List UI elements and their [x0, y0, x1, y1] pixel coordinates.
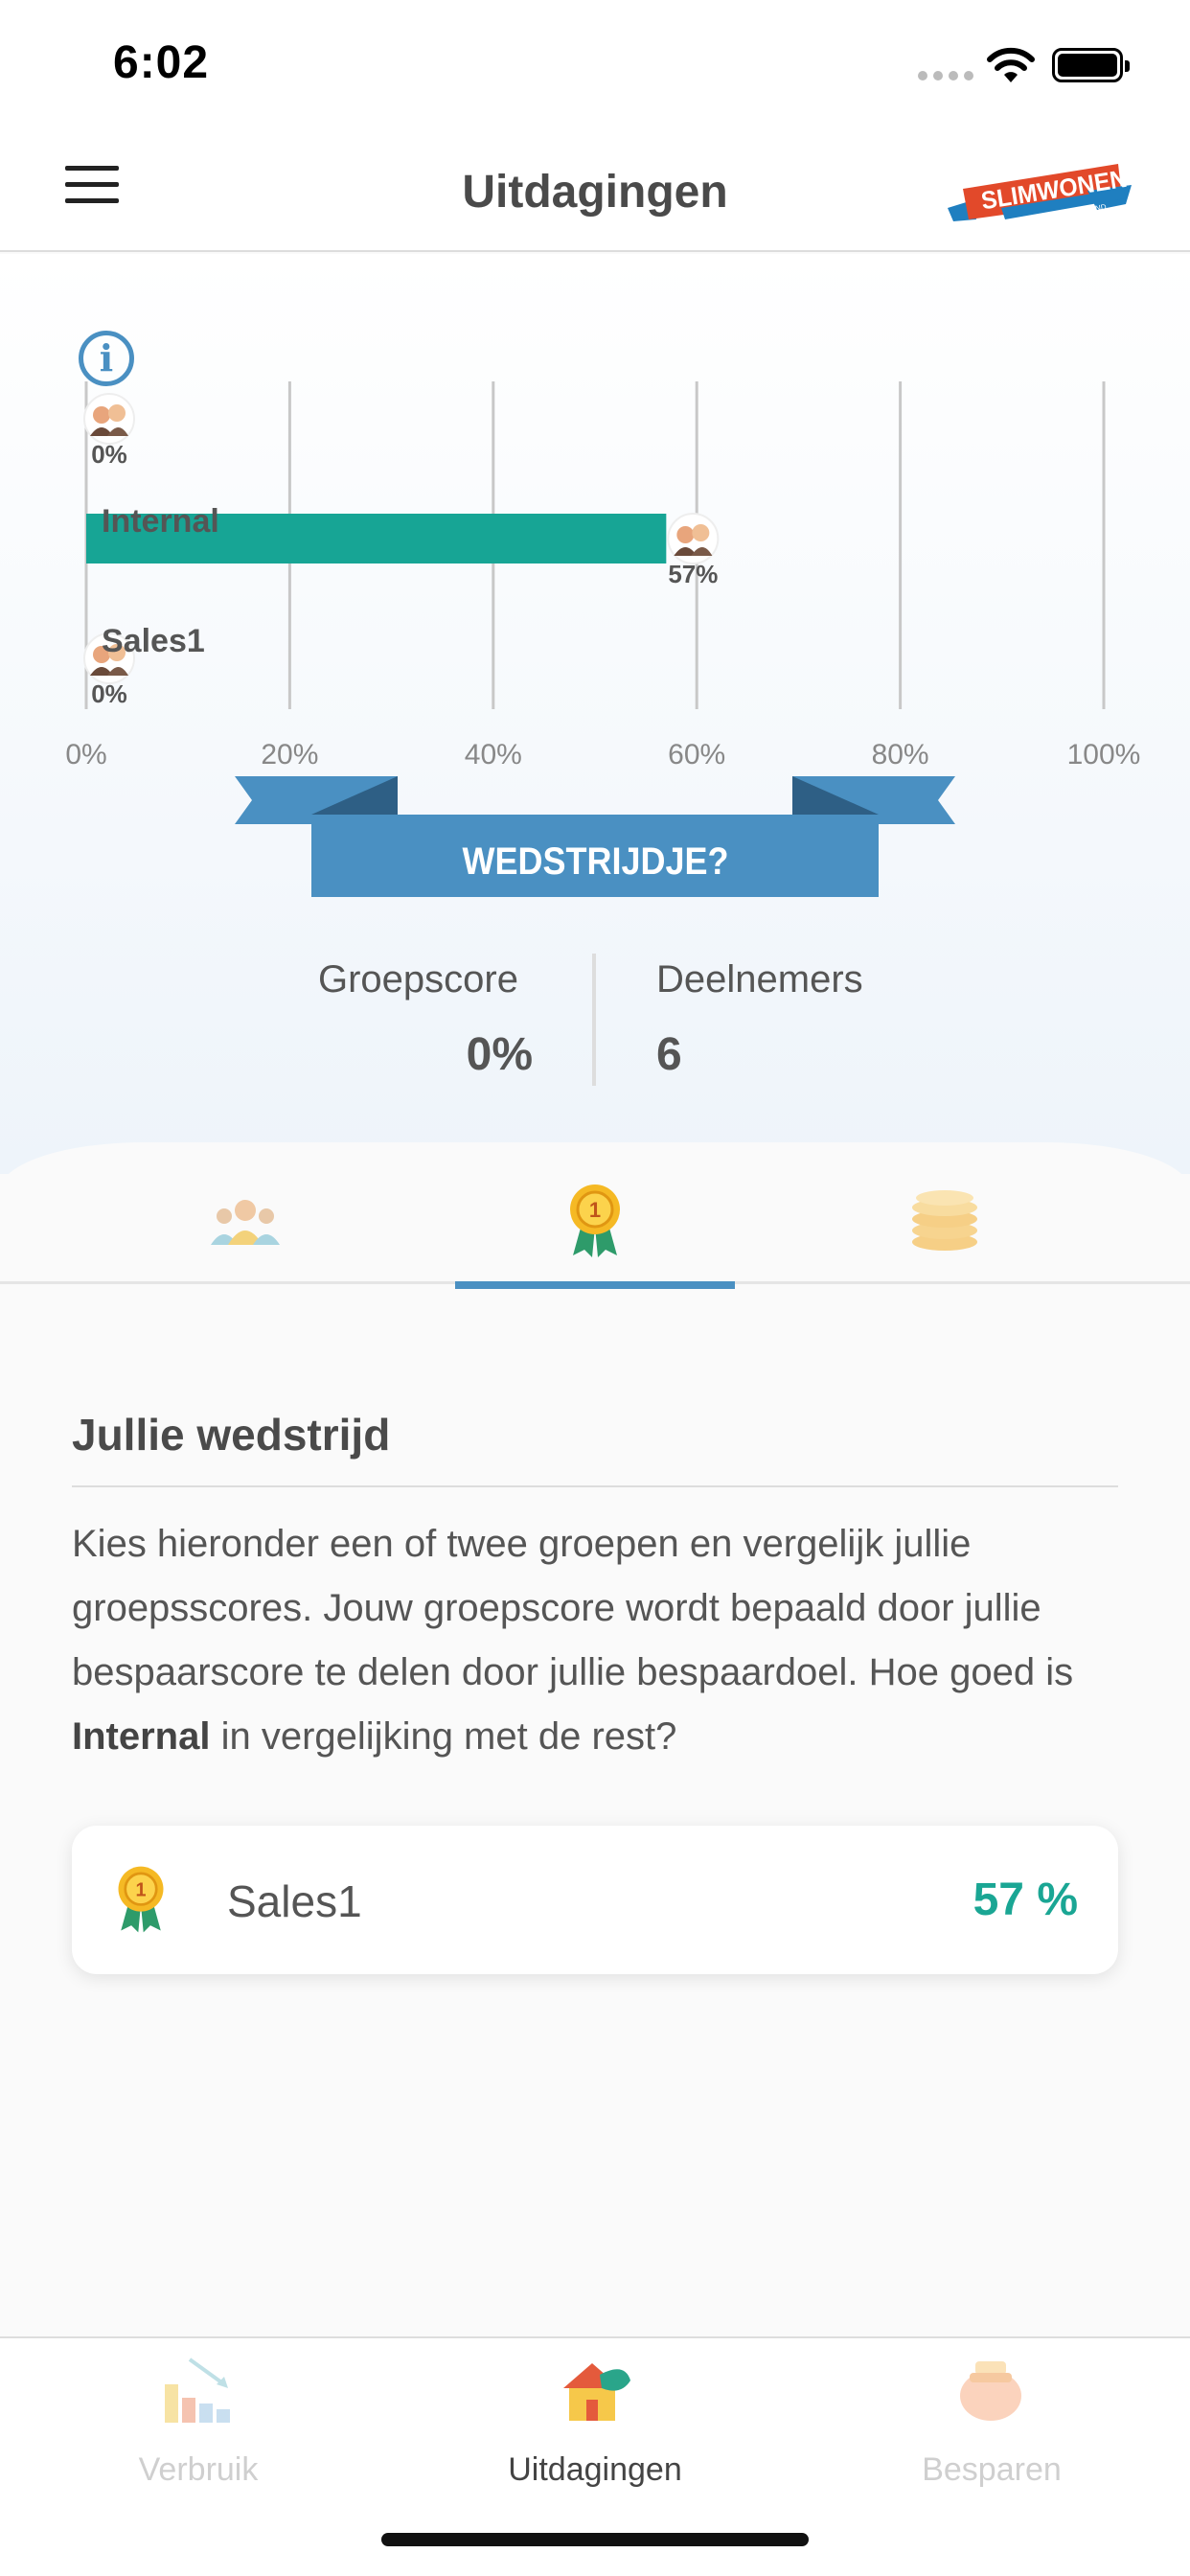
- section-description: Kies hieronder een of twee groepen en ve…: [72, 1512, 1126, 1769]
- group-avatar-icon: [83, 393, 135, 445]
- group-avatar-icon: [667, 513, 720, 564]
- tab-savings[interactable]: [745, 1142, 1142, 1284]
- bottom-tab-besparen-label: Besparen: [922, 2451, 1062, 2488]
- description-group-name: Internal: [72, 1715, 211, 1758]
- x-tick-label: 100%: [1067, 739, 1141, 770]
- house-icon: [563, 2363, 630, 2421]
- groepscore-label: Groepscore: [318, 958, 518, 1000]
- bottom-tab-verbruik[interactable]: Verbruik: [0, 2338, 397, 2511]
- slimwonen-logo: SLIMWONEN NEDERLAND: [948, 164, 1132, 221]
- description-text-end: in vergelijking met de rest?: [210, 1715, 677, 1758]
- coins-icon: [912, 1190, 977, 1251]
- ranking-card[interactable]: 1 Sales1 57 %: [72, 1826, 1118, 1974]
- ranking-group-name: Sales1: [227, 1876, 362, 1926]
- medal-icon: 1: [118, 1866, 164, 1933]
- description-text-start: Kies hieronder een of twee groepen en ve…: [72, 1523, 1074, 1693]
- signal-icon: [918, 71, 973, 80]
- wedstrijdje-banner-button[interactable]: WEDSTRIJDJE?: [340, 840, 852, 884]
- people-icon: [211, 1200, 280, 1245]
- battery-icon: [1052, 48, 1130, 82]
- bottom-tab-uitdagingen-label: Uitdagingen: [508, 2451, 682, 2488]
- bottom-tab-uitdagingen[interactable]: Uitdagingen: [397, 2338, 793, 2511]
- wifi-icon: [987, 47, 1035, 82]
- medal-icon: 1: [570, 1184, 620, 1257]
- bottom-tab-besparen[interactable]: Besparen: [793, 2338, 1190, 2511]
- section-divider: [72, 1485, 1118, 1487]
- ranking-group-score: 57 %: [973, 1874, 1078, 1925]
- deelnemers-value: 6: [656, 1029, 682, 1080]
- piggy-bank-icon: [960, 2361, 1021, 2421]
- svg-text:1: 1: [135, 1879, 146, 1900]
- chart-icon: [165, 2358, 230, 2423]
- x-tick-label: 60%: [668, 739, 725, 770]
- tab-competition[interactable]: 1: [397, 1142, 793, 1284]
- home-indicator: [381, 2533, 809, 2546]
- bottom-tab-verbruik-label: Verbruik: [138, 2451, 259, 2488]
- bar-value-label: 57%: [668, 560, 718, 588]
- category-label: Internal: [102, 503, 219, 540]
- x-tick-label: 80%: [872, 739, 929, 770]
- active-tab-indicator: [455, 1281, 735, 1289]
- tab-row: 1: [0, 1142, 1190, 1284]
- category-label: Sales1: [102, 623, 205, 659]
- deelnemers-label: Deelnemers: [656, 958, 863, 1000]
- status-bar: 6:02: [0, 0, 1190, 129]
- nav-bar: Uitdagingen SLIMWONEN NEDERLAND: [0, 129, 1190, 252]
- svg-text:1: 1: [589, 1198, 601, 1222]
- group-score-chart: 0% 20% 40% 60% 80% 100% 0% 57% Internal 0% Sales1: [65, 381, 1141, 770]
- section-title: Jullie wedstrijd: [72, 1410, 391, 1460]
- x-tick-label: 40%: [465, 739, 522, 770]
- bar-value-label: 0%: [91, 440, 127, 469]
- x-tick-label: 0%: [65, 739, 106, 770]
- groepscore-value: 0%: [466, 1029, 533, 1080]
- stats-divider: [592, 954, 596, 1086]
- x-tick-label: 20%: [261, 739, 318, 770]
- bar-value-label: 0%: [91, 679, 127, 708]
- tab-groups[interactable]: [48, 1142, 445, 1284]
- status-time: 6:02: [113, 37, 210, 88]
